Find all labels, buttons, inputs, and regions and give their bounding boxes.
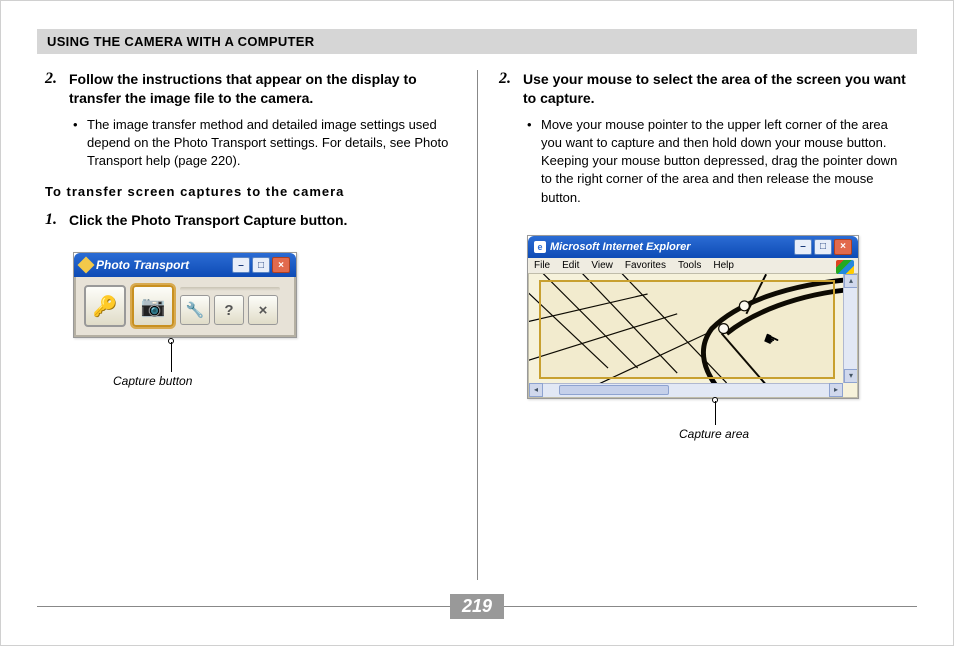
horizontal-scrollbar[interactable]: ◂ ▸ bbox=[529, 383, 843, 397]
close-button[interactable]: × bbox=[272, 257, 290, 273]
step-number: 1. bbox=[45, 211, 63, 229]
section-header: USING THE CAMERA WITH A COMPUTER bbox=[37, 29, 917, 54]
menu-tools[interactable]: Tools bbox=[678, 260, 701, 271]
capture-camera-icon: 📷 bbox=[141, 294, 166, 319]
menu-edit[interactable]: Edit bbox=[562, 260, 579, 271]
left-step-1: 1. Click the Photo Transport Capture but… bbox=[45, 211, 455, 230]
close-button[interactable]: × bbox=[834, 239, 852, 255]
minimize-button[interactable]: – bbox=[232, 257, 250, 273]
column-divider bbox=[477, 70, 478, 580]
key-folder-icon: 🔑 bbox=[93, 294, 118, 319]
capture-area-callout: Capture area bbox=[527, 403, 909, 449]
callout-label: Capture button bbox=[113, 374, 192, 388]
minimize-button[interactable]: – bbox=[794, 239, 812, 255]
right-column: 2. Use your mouse to select the area of … bbox=[477, 70, 917, 580]
left-column: 2. Follow the instructions that appear o… bbox=[37, 70, 477, 580]
menu-view[interactable]: View bbox=[591, 260, 613, 271]
callout-line bbox=[715, 401, 716, 425]
pt-toolbar: 🔑 📷 🔧 ? × bbox=[74, 277, 296, 337]
photo-transport-window: Photo Transport – □ × 🔑 📷 bbox=[73, 252, 297, 338]
pt-transfer-button[interactable]: 🔑 bbox=[84, 285, 126, 327]
page-number: 219 bbox=[450, 594, 504, 619]
page-footer: 219 bbox=[37, 594, 917, 619]
menu-favorites[interactable]: Favorites bbox=[625, 260, 666, 271]
pt-settings-button[interactable]: 🔧 bbox=[180, 295, 210, 325]
pt-help-button[interactable]: ? bbox=[214, 295, 244, 325]
wrench-icon: 🔧 bbox=[186, 301, 205, 319]
step-text: Use your mouse to select the area of the… bbox=[523, 70, 909, 108]
footer-rule-right bbox=[504, 606, 917, 607]
scroll-up-arrow[interactable]: ▴ bbox=[844, 274, 858, 288]
bullet-text: Move your mouse pointer to the upper lef… bbox=[541, 116, 909, 207]
pt-titlebar: Photo Transport – □ × bbox=[74, 253, 296, 277]
bullet-dot: • bbox=[73, 116, 81, 171]
capture-button-callout: Capture button bbox=[73, 342, 455, 388]
ie-menubar: File Edit View Favorites Tools Help bbox=[528, 258, 858, 274]
bullet-text: The image transfer method and detailed i… bbox=[87, 116, 455, 171]
right-step-2: 2. Use your mouse to select the area of … bbox=[499, 70, 909, 108]
step-text: Follow the instructions that appear on t… bbox=[69, 70, 455, 108]
scroll-left-arrow[interactable]: ◂ bbox=[529, 383, 543, 397]
menu-file[interactable]: File bbox=[534, 260, 550, 271]
left-step-2: 2. Follow the instructions that appear o… bbox=[45, 70, 455, 108]
pt-exit-button[interactable]: × bbox=[248, 295, 278, 325]
ie-titlebar: e Microsoft Internet Explorer – □ × bbox=[528, 236, 858, 258]
pt-separator bbox=[180, 287, 280, 291]
ie-window: e Microsoft Internet Explorer – □ × File… bbox=[527, 235, 859, 399]
pt-window-buttons: – □ × bbox=[232, 257, 290, 273]
pt-small-button-group: 🔧 ? × bbox=[180, 287, 280, 325]
step-number: 2. bbox=[499, 70, 517, 88]
callout-line bbox=[171, 342, 172, 372]
manual-page: USING THE CAMERA WITH A COMPUTER 2. Foll… bbox=[0, 0, 954, 646]
maximize-button[interactable]: □ bbox=[252, 257, 270, 273]
menu-help[interactable]: Help bbox=[713, 260, 734, 271]
two-column-layout: 2. Follow the instructions that appear o… bbox=[37, 70, 917, 580]
pt-title-text: Photo Transport bbox=[96, 258, 228, 272]
left-subheading: To transfer screen captures to the camer… bbox=[45, 184, 455, 199]
step-number: 2. bbox=[45, 70, 63, 88]
footer-rule-left bbox=[37, 606, 450, 607]
ie-viewport[interactable]: ☛ ▴ ▾ ◂ ▸ bbox=[528, 274, 858, 398]
vertical-scrollbar[interactable]: ▴ ▾ bbox=[843, 274, 857, 383]
ie-app-icon: e bbox=[534, 241, 546, 253]
pt-app-icon bbox=[78, 257, 95, 274]
scroll-down-arrow[interactable]: ▾ bbox=[844, 369, 858, 383]
callout-label: Capture area bbox=[679, 427, 749, 441]
windows-flag-icon bbox=[836, 260, 854, 274]
bullet-dot: • bbox=[527, 116, 535, 207]
ie-window-buttons: – □ × bbox=[794, 239, 852, 255]
section-title: USING THE CAMERA WITH A COMPUTER bbox=[47, 34, 314, 49]
scroll-right-arrow[interactable]: ▸ bbox=[829, 383, 843, 397]
step-text: Click the Photo Transport Capture button… bbox=[69, 211, 347, 230]
scroll-thumb[interactable] bbox=[559, 385, 669, 395]
right-step-2-bullet: • Move your mouse pointer to the upper l… bbox=[527, 116, 909, 207]
left-step-2-bullet: • The image transfer method and detailed… bbox=[73, 116, 455, 171]
capture-selection-rect bbox=[539, 280, 835, 379]
ie-title-text: Microsoft Internet Explorer bbox=[550, 241, 790, 253]
maximize-button[interactable]: □ bbox=[814, 239, 832, 255]
pt-capture-button[interactable]: 📷 bbox=[132, 285, 174, 327]
